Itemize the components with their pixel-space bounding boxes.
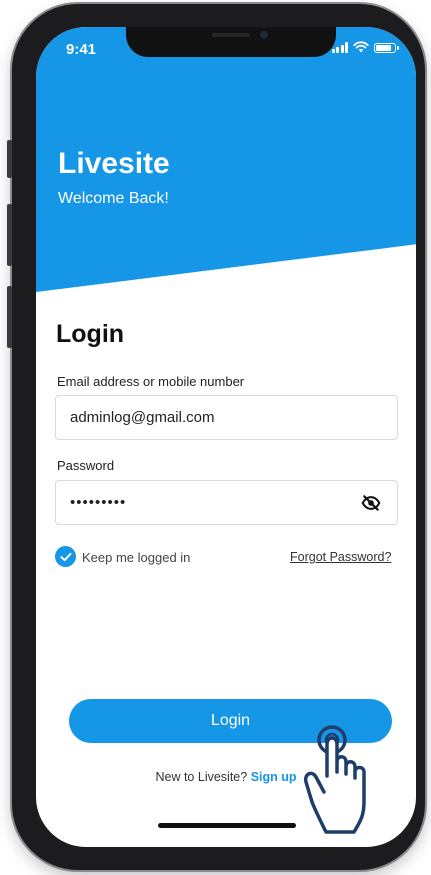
status-time: 9:41 [66,41,97,58]
camera-icon [260,31,268,39]
password-label: Password [57,458,115,473]
login-button-label: Login [210,712,251,729]
email-field[interactable]: adminlog@gmail.com [55,395,398,440]
welcome-subtitle: Welcome Back! [58,190,169,207]
check-icon [60,552,71,561]
notch [126,27,336,57]
speaker-grille [212,33,250,37]
eye-off-icon[interactable] [361,493,381,513]
home-indicator [158,823,296,828]
signal-icon [331,42,348,53]
forgot-password-link[interactable]: Forgot Password? [290,550,391,564]
hand-pointer-icon [303,725,366,834]
phone-button-mute [7,140,12,178]
app-title: Livesite [58,147,170,180]
page-title: Login [56,320,125,348]
battery-icon [374,43,399,53]
signup-prompt-text: New to Livesite? [155,770,248,784]
email-value: adminlog@gmail.com [70,409,215,426]
status-icons [331,41,399,53]
password-value: ••••••••• [70,494,127,511]
phone-button-volume-up [7,204,12,266]
phone-button-volume-down [7,286,12,348]
email-label: Email address or mobile number [57,374,245,389]
wifi-icon [353,41,369,53]
signup-link[interactable]: Sign up [251,770,297,784]
password-field[interactable]: ••••••••• [55,480,398,525]
keep-logged-in-label: Keep me logged in [82,550,191,565]
keep-logged-in-checkbox[interactable] [55,546,76,567]
